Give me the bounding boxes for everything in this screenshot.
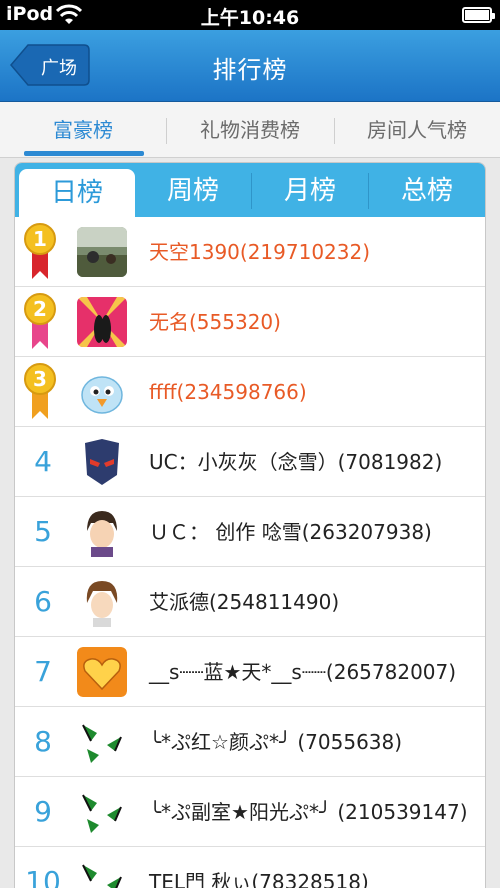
rank-number: 6 xyxy=(34,585,52,618)
category-tabs: 富豪榜 礼物消费榜 房间人气榜 xyxy=(0,102,500,158)
user-name: __s┈┈蓝★天*__s┈┈(265782007) xyxy=(149,660,457,684)
user-avatar xyxy=(77,787,127,837)
ranking-row[interactable]: 10 TEL門 秋ぃ(78328518) xyxy=(15,847,485,888)
user-avatar xyxy=(77,647,127,697)
ranking-row[interactable]: 6 艾派德(254811490) xyxy=(15,567,485,637)
user-avatar xyxy=(77,507,127,557)
user-name: 艾派德(254811490) xyxy=(149,590,340,614)
user-avatar xyxy=(77,577,127,627)
tab-divider xyxy=(334,118,335,144)
user-name: ╰*ぷ红☆颜ぷ*╯ (7055638) xyxy=(149,730,403,754)
battery-icon xyxy=(462,7,495,23)
status-bar: iPod 上午10:46 xyxy=(0,0,500,30)
rank-number: 9 xyxy=(34,795,52,828)
user-avatar xyxy=(77,227,127,277)
tab-gift-spending[interactable]: 礼物消费榜 xyxy=(170,102,330,158)
period-tabs: 日榜 周榜 月榜 总榜 xyxy=(15,163,485,217)
svg-text:1: 1 xyxy=(33,227,47,251)
ranking-row[interactable]: 8 ╰*ぷ红☆颜ぷ*╯ (7055638) xyxy=(15,707,485,777)
bronze-medal-icon: 3 xyxy=(24,363,56,419)
tab-daily[interactable]: 日榜 xyxy=(19,169,135,217)
user-name: 无名(555320) xyxy=(149,310,281,334)
ranking-row[interactable]: 2 无名(555320) xyxy=(15,287,485,357)
user-name: 天空1390(219710232) xyxy=(149,240,371,264)
rank-number: 7 xyxy=(34,655,52,688)
svg-text:2: 2 xyxy=(33,297,47,321)
user-avatar xyxy=(77,297,127,347)
gold-medal-icon: 1 xyxy=(24,223,56,279)
tab-room-popularity[interactable]: 房间人气榜 xyxy=(338,102,496,158)
navigation-bar: 广场 排行榜 xyxy=(0,30,500,102)
rank-number: 8 xyxy=(34,725,52,758)
ranking-row[interactable]: 1 天空1390(219710232) xyxy=(15,217,485,287)
ranking-row[interactable]: 9 ╰*ぷ副室★阳光ぷ*╯ (210539147) xyxy=(15,777,485,847)
user-avatar xyxy=(77,717,127,767)
tab-rich-list[interactable]: 富豪榜 xyxy=(8,102,158,158)
ranking-row[interactable]: 7 __s┈┈蓝★天*__s┈┈(265782007) xyxy=(15,637,485,707)
user-avatar xyxy=(77,857,127,888)
silver-medal-icon: 2 xyxy=(24,293,56,349)
user-name: UC：小灰灰（念雪）(7081982) xyxy=(149,450,443,474)
user-name: TEL門 秋ぃ(78328518) xyxy=(149,870,369,888)
ranking-row[interactable]: 3 ffff(234598766) xyxy=(15,357,485,427)
status-time: 上午10:46 xyxy=(200,7,300,29)
rank-number: 5 xyxy=(34,515,52,548)
user-name: ffff(234598766) xyxy=(149,380,307,404)
user-name: ╰*ぷ副室★阳光ぷ*╯ (210539147) xyxy=(149,800,468,824)
tab-weekly[interactable]: 周榜 xyxy=(135,163,251,217)
ranking-row[interactable]: 5 ＵＣ： 创作 唸雪(263207938) xyxy=(15,497,485,567)
rank-number: 10 xyxy=(25,865,61,888)
tab-monthly[interactable]: 月榜 xyxy=(252,163,368,217)
active-tab-indicator xyxy=(24,151,144,156)
user-name: ＵＣ： 创作 唸雪(263207938) xyxy=(149,520,432,544)
user-avatar xyxy=(77,367,127,417)
tab-divider xyxy=(166,118,167,144)
svg-text:3: 3 xyxy=(33,367,47,391)
ranking-panel: 日榜 周榜 月榜 总榜 1 天空1390(219710232) 2 无名(555… xyxy=(14,162,486,888)
rank-number: 4 xyxy=(34,445,52,478)
tab-all-time[interactable]: 总榜 xyxy=(369,163,485,217)
ranking-row[interactable]: 4 UC：小灰灰（念雪）(7081982) xyxy=(15,427,485,497)
page-title: 排行榜 xyxy=(212,56,288,84)
user-avatar xyxy=(77,437,127,487)
